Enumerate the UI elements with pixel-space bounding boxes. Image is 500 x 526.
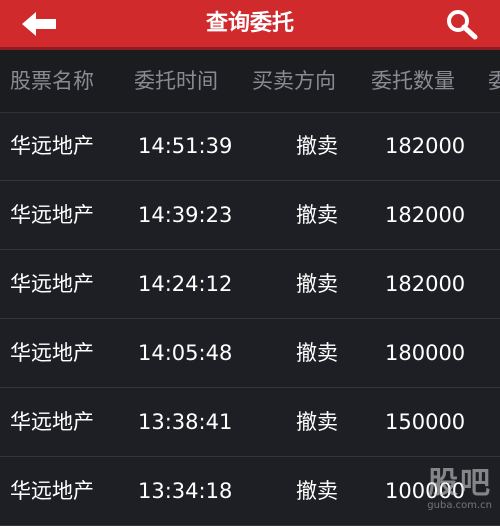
stock-name-cell: 华远地产 (10, 272, 94, 296)
search-icon (447, 10, 478, 40)
order-time-cell: 14:51:39 (138, 134, 233, 158)
order-time-cell: 13:34:18 (138, 479, 233, 503)
stock-name-cell: 华远地产 (10, 341, 94, 365)
column-header-row: 股票名称 委托时间 买卖方向 委托数量 委 (0, 50, 500, 113)
order-time-cell: 14:05:48 (138, 341, 233, 365)
watermark-logo: 股吧 (428, 466, 492, 501)
search-button[interactable] (444, 8, 480, 40)
table-row[interactable]: 华远地产 14:24:12 撤卖 182000 (0, 250, 500, 319)
order-time-cell: 14:39:23 (138, 203, 233, 227)
column-header-direction[interactable]: 买卖方向 (252, 50, 336, 112)
watermark-url: guba.com.cn (427, 500, 492, 511)
direction-cell: 撤卖 (296, 410, 338, 434)
column-header-order-time[interactable]: 委托时间 (134, 50, 218, 112)
top-bar: 查询委托 (0, 0, 500, 50)
table-row[interactable]: 华远地产 13:38:41 撤卖 150000 (0, 388, 500, 457)
page-title: 查询委托 (205, 11, 294, 36)
order-list: 华远地产 14:51:39 撤卖 182000 华远地产 14:39:23 撤卖… (0, 112, 500, 526)
table-row[interactable]: 华远地产 14:51:39 撤卖 182000 (0, 112, 500, 181)
order-time-cell: 13:38:41 (138, 410, 233, 434)
column-header-quantity[interactable]: 委托数量 (371, 50, 455, 112)
column-header-partial[interactable]: 委 (488, 50, 500, 112)
stock-name-cell: 华远地产 (10, 479, 94, 503)
quantity-cell: 182000 (385, 203, 466, 227)
quantity-cell: 150000 (385, 410, 466, 434)
quantity-cell: 180000 (385, 341, 466, 365)
order-time-cell: 14:24:12 (138, 272, 233, 296)
watermark: 股吧 guba.com.cn (427, 468, 492, 512)
direction-cell: 撤卖 (296, 272, 338, 296)
quantity-cell: 182000 (385, 272, 466, 296)
quantity-cell: 182000 (385, 134, 466, 158)
direction-cell: 撤卖 (296, 341, 338, 365)
direction-cell: 撤卖 (296, 479, 338, 503)
table-row[interactable]: 华远地产 14:05:48 撤卖 180000 (0, 319, 500, 388)
column-header-stock-name[interactable]: 股票名称 (10, 50, 94, 112)
table-row[interactable]: 华远地产 13:34:18 撤卖 100000 (0, 457, 500, 526)
stock-name-cell: 华远地产 (10, 134, 94, 158)
table-row[interactable]: 华远地产 14:39:23 撤卖 182000 (0, 181, 500, 250)
direction-cell: 撤卖 (296, 203, 338, 227)
stock-name-cell: 华远地产 (10, 203, 94, 227)
direction-cell: 撤卖 (296, 134, 338, 158)
stock-name-cell: 华远地产 (10, 410, 94, 434)
